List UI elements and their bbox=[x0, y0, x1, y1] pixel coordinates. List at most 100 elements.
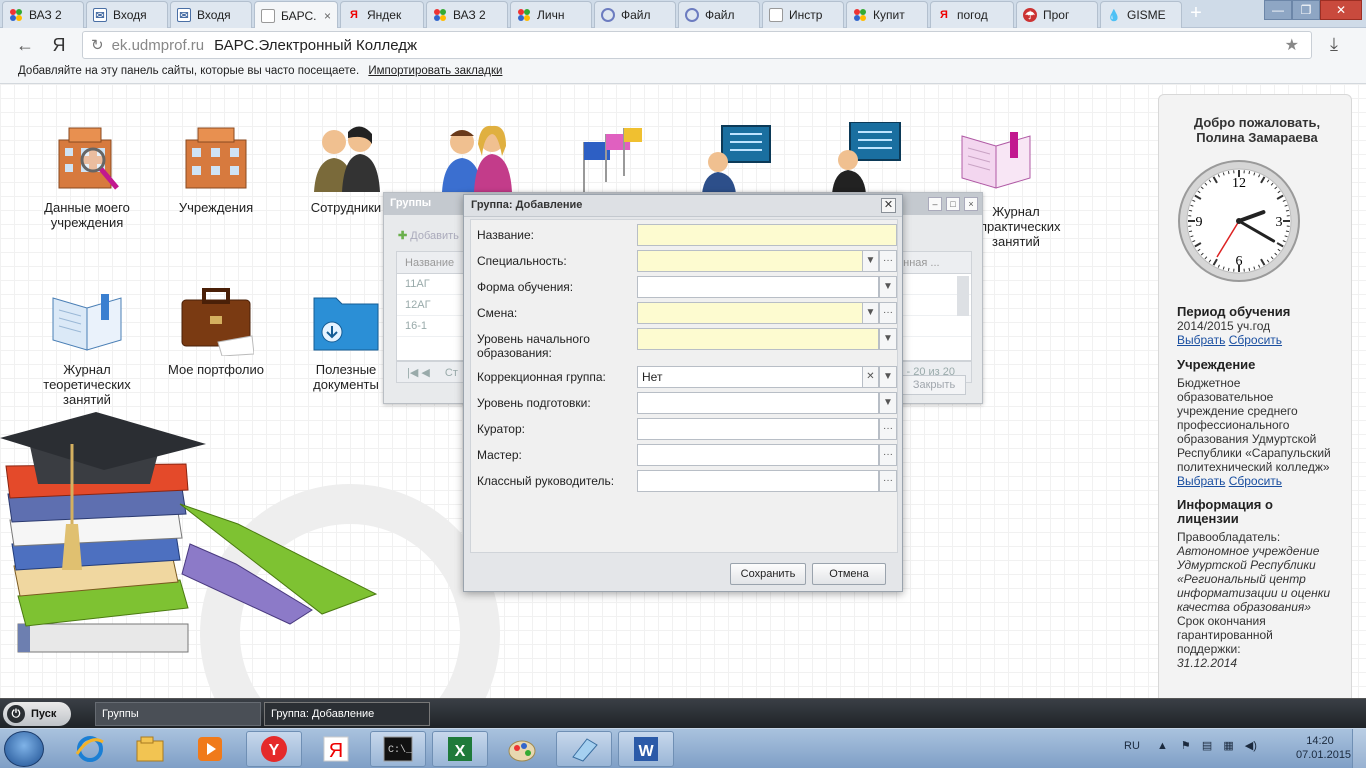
bookmark-star-icon[interactable]: ★ bbox=[1285, 35, 1299, 55]
curator-input[interactable] bbox=[637, 418, 879, 440]
ie-icon[interactable] bbox=[62, 731, 118, 767]
minimize-icon[interactable]: – bbox=[928, 197, 942, 211]
tab-forecast[interactable]: ☂ Прог bbox=[1016, 1, 1098, 28]
tab-buy[interactable]: Купит bbox=[846, 1, 928, 28]
address-bar[interactable]: ↻ ek.udmprof.ru БАРС.Электронный Колледж… bbox=[82, 31, 1312, 59]
new-tab-button[interactable]: + bbox=[1184, 3, 1208, 24]
ellipsis-lookup-icon[interactable]: ··· bbox=[879, 444, 897, 466]
institution-select-link[interactable]: Выбрать bbox=[1177, 474, 1225, 488]
master-input[interactable] bbox=[637, 444, 879, 466]
chevron-down-icon[interactable]: ▼ bbox=[879, 328, 897, 350]
ellipsis-lookup-icon[interactable]: ··· bbox=[879, 250, 897, 272]
specialty-select[interactable] bbox=[637, 250, 879, 272]
chevron-down-icon[interactable]: ▼ bbox=[879, 392, 897, 414]
period-select-link[interactable]: Выбрать bbox=[1177, 333, 1225, 347]
import-bookmarks-link[interactable]: Импортировать закладки bbox=[368, 65, 502, 77]
page-icon bbox=[769, 8, 783, 22]
tab-instructions[interactable]: Инстр bbox=[762, 1, 844, 28]
back-arrow-icon[interactable]: ← bbox=[14, 34, 36, 56]
close-tab-icon[interactable]: × bbox=[324, 9, 331, 23]
institution-reset-link[interactable]: Сбросить bbox=[1229, 474, 1282, 488]
chevron-down-icon[interactable]: ▼ bbox=[862, 250, 879, 272]
tab-label: БАРС. bbox=[281, 8, 317, 23]
yandex-icon[interactable]: Я bbox=[308, 731, 364, 767]
save-button[interactable]: Сохранить bbox=[730, 563, 806, 585]
edu-level-select[interactable] bbox=[637, 328, 879, 350]
excel-icon[interactable]: X bbox=[432, 731, 488, 767]
class-teacher-input[interactable] bbox=[637, 470, 879, 492]
groups-add-button[interactable]: ✚ Добавить bbox=[398, 229, 459, 242]
tab-weather[interactable]: Я погод bbox=[930, 1, 1014, 28]
tab-files-1[interactable]: Файл bbox=[594, 1, 676, 28]
tab-vaz-1[interactable]: ВАЗ 2 bbox=[2, 1, 84, 28]
tab-yandex[interactable]: Я Яндек bbox=[340, 1, 424, 28]
tab-personal[interactable]: Личн bbox=[510, 1, 592, 28]
yandex-logo-icon[interactable]: Я bbox=[48, 34, 70, 56]
dialog-close-icon[interactable]: ✕ bbox=[881, 198, 896, 213]
flag-icon[interactable]: ⚑ bbox=[1181, 740, 1191, 752]
study-form-select[interactable] bbox=[637, 276, 879, 298]
device-icon[interactable]: ▤ bbox=[1202, 740, 1212, 752]
paint-icon[interactable] bbox=[494, 731, 550, 767]
show-desktop-button[interactable] bbox=[1352, 729, 1366, 768]
browser-navbar: ← Я ↻ ek.udmprof.ru БАРС.Электронный Кол… bbox=[0, 28, 1366, 62]
chevron-down-icon[interactable]: ▼ bbox=[879, 276, 897, 298]
tray-expand-icon[interactable]: ▲ bbox=[1157, 740, 1168, 752]
cmd-icon[interactable]: C:\_ bbox=[370, 731, 426, 767]
ellipsis-lookup-icon[interactable]: ··· bbox=[879, 418, 897, 440]
explorer-icon[interactable] bbox=[122, 731, 178, 767]
column-header-name[interactable]: Название bbox=[405, 257, 454, 269]
taskbar-clock[interactable]: 14:20 07.01.2015 bbox=[1296, 734, 1351, 762]
app-start-button[interactable]: ⏻ Пуск bbox=[3, 702, 71, 726]
reload-icon[interactable]: ↻ bbox=[91, 36, 104, 54]
ellipsis-lookup-icon[interactable]: ··· bbox=[879, 470, 897, 492]
correction-select[interactable]: Нет bbox=[637, 366, 863, 388]
svg-text:Я: Я bbox=[329, 740, 343, 762]
chevron-down-icon[interactable]: ▼ bbox=[879, 366, 897, 388]
volume-icon[interactable]: ◀) bbox=[1245, 740, 1257, 752]
training-level-select[interactable] bbox=[637, 392, 879, 414]
notepad-icon[interactable] bbox=[556, 731, 612, 767]
period-reset-link[interactable]: Сбросить bbox=[1229, 333, 1282, 347]
groups-close-button[interactable]: Закрыть bbox=[902, 375, 966, 395]
desktop-icon-flags[interactable] bbox=[548, 122, 668, 200]
minimize-window-button[interactable]: — bbox=[1264, 0, 1292, 20]
desktop-icon-my-institution[interactable]: Данные моего учреждения bbox=[27, 122, 147, 230]
tab-bars-active[interactable]: БАРС. × bbox=[254, 1, 338, 29]
language-indicator[interactable]: RU bbox=[1124, 740, 1140, 752]
grid-scrollbar[interactable] bbox=[957, 276, 969, 316]
media-player-icon[interactable] bbox=[182, 731, 238, 767]
chevron-down-icon[interactable]: ▼ bbox=[862, 302, 879, 324]
desktop-icon-portfolio[interactable]: Мое портфолио bbox=[156, 284, 276, 377]
desktop-icon-computer-user[interactable] bbox=[676, 122, 796, 200]
shift-select[interactable] bbox=[637, 302, 879, 324]
word-icon[interactable]: W bbox=[618, 731, 674, 767]
tab-label: ВАЗ 2 bbox=[29, 8, 62, 22]
desktop-icon-users[interactable] bbox=[418, 122, 538, 200]
ellipsis-lookup-icon[interactable]: ··· bbox=[879, 302, 897, 324]
close-window-button[interactable]: ✕ bbox=[1320, 0, 1362, 20]
pager-first-icon[interactable]: |◀ ◀ bbox=[407, 367, 430, 379]
clock-tick bbox=[1285, 230, 1289, 233]
tab-files-2[interactable]: Файл bbox=[678, 1, 760, 28]
desktop-icon-institutions[interactable]: Учреждения bbox=[156, 122, 276, 215]
column-header-right[interactable]: онная ... bbox=[897, 257, 940, 269]
maximize-icon[interactable]: □ bbox=[946, 197, 960, 211]
tab-vaz-2[interactable]: ВАЗ 2 bbox=[426, 1, 508, 28]
yandex-browser-icon[interactable]: Y bbox=[246, 731, 302, 767]
desktop-icon-practice-journal[interactable] bbox=[936, 122, 1056, 200]
name-input[interactable] bbox=[637, 224, 897, 246]
close-icon[interactable]: × bbox=[964, 197, 978, 211]
cancel-button[interactable]: Отмена bbox=[812, 563, 886, 585]
taskbar-item-groups[interactable]: Группы bbox=[95, 702, 261, 726]
download-icon[interactable]: ⤓ bbox=[1330, 34, 1338, 55]
tab-inbox-1[interactable]: ✉ Входя bbox=[86, 1, 168, 28]
network-icon[interactable]: ▦ bbox=[1223, 740, 1233, 752]
clear-icon[interactable]: ✕ bbox=[862, 366, 879, 388]
restore-window-button[interactable]: ❐ bbox=[1292, 0, 1320, 20]
taskbar-item-add-group[interactable]: Группа: Добавление bbox=[264, 702, 430, 726]
windows-start-orb-icon[interactable] bbox=[4, 731, 44, 767]
desktop-icon-monitor-user[interactable] bbox=[806, 121, 926, 200]
tab-gismeteo[interactable]: 💧 GISME bbox=[1100, 1, 1182, 28]
tab-inbox-2[interactable]: ✉ Входя bbox=[170, 1, 252, 28]
